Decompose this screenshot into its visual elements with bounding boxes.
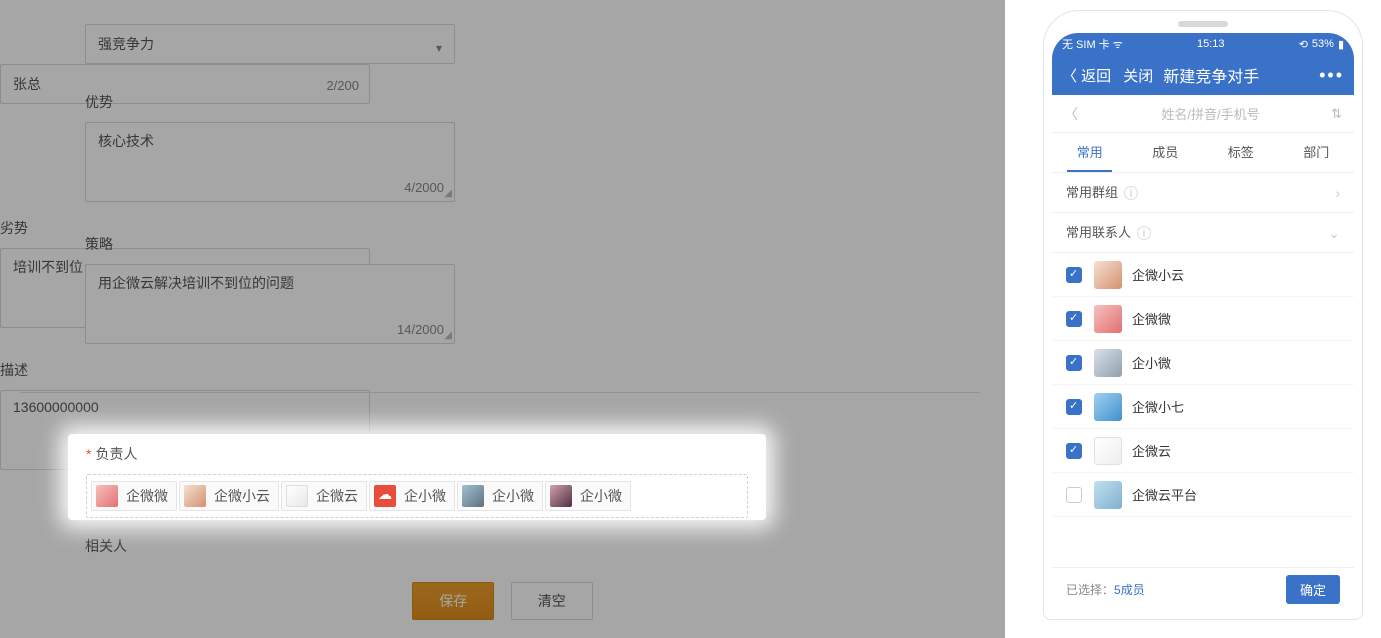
search-back-icon[interactable]: 〈 [1064,104,1078,124]
advantage-value: 核心技术 [98,133,154,149]
info-icon[interactable]: i [1124,186,1138,200]
tabs: 常用 成员 标签 部门 [1052,133,1354,173]
phone-preview: 无 SIM 卡 ᯤ 15:13 ⟲53%▮ 〈 返回 关闭 新建竞争对手 •••… [1043,10,1363,620]
owner-chip-label: 企微微 [126,486,168,506]
form-panel: 强竞争力 ▾ 张总 2/200 优势 核心技术 4/2000 ◢ 劣势 培训不到… [0,0,1005,638]
chevron-down-icon: ▾ [436,37,442,59]
competitiveness-value: 强竞争力 [98,36,154,52]
back-button[interactable]: 〈 返回 [1062,65,1111,86]
contact-name: 企小微 [1132,353,1171,372]
advantage-textarea[interactable]: 核心技术 4/2000 ◢ [85,122,455,202]
description-value: 13600000000 [13,399,99,415]
contact-row[interactable]: 企微云 [1052,429,1354,473]
contact-name: 企微小七 [1132,397,1184,416]
contact-row[interactable]: 企微小七 [1052,385,1354,429]
competitiveness-select[interactable]: 强竞争力 ▾ [85,24,455,64]
tab-frequent[interactable]: 常用 [1052,133,1128,172]
owner-chip[interactable]: 企微云 [281,481,367,511]
avatar [1094,481,1122,509]
checkbox[interactable] [1066,487,1082,503]
checkbox[interactable] [1066,443,1082,459]
owner-section: *负责人 企微微 企微小云 企微云 企小微 企小微 企小微 [68,434,766,520]
tab-tags[interactable]: 标签 [1203,133,1279,172]
contact-name: 企微云 [1132,441,1171,460]
contact-name: 企微微 [1132,309,1171,328]
owner-chip[interactable]: 企小微 [545,481,631,511]
checkbox[interactable] [1066,399,1082,415]
related-label: 相关人 [85,536,935,556]
chevron-down-icon: ⌄ [1328,213,1340,253]
selected-count: 已选择：5成员 [1066,581,1145,598]
more-icon[interactable]: ••• [1319,65,1344,86]
description-label: 描述 [0,360,460,380]
search-bar[interactable]: 〈 姓名/拼音/手机号 ⇅ [1052,95,1354,133]
group-label: 常用联系人 [1066,225,1131,240]
contact-name: 企微小云 [1132,265,1184,284]
avatar [462,485,484,507]
checkbox[interactable] [1066,355,1082,371]
avatar [286,485,308,507]
avatar [550,485,572,507]
owner-chip[interactable]: 企小微 [457,481,543,511]
contact-row[interactable]: 企微云平台 [1052,473,1354,517]
search-input[interactable]: 姓名/拼音/手机号 [1090,104,1331,123]
owner-chip-label: 企小微 [492,486,534,506]
advantage-counter: 4/2000 [404,180,444,195]
owner-chip[interactable]: 企微小云 [179,481,279,511]
save-button[interactable]: 保存 [412,582,494,620]
tab-departments[interactable]: 部门 [1279,133,1355,172]
close-button[interactable]: 关闭 [1123,65,1153,86]
owner-chip[interactable]: 企小微 [369,481,455,511]
nav-title: 新建竞争对手 [1163,63,1319,87]
strategy-textarea[interactable]: 用企微云解决培训不到位的问题 14/2000 ◢ [85,264,455,344]
sort-icon[interactable]: ⇅ [1331,106,1342,122]
owner-chip-label: 企微小云 [214,486,270,506]
avatar [184,485,206,507]
owner-label: *负责人 [86,444,748,464]
checkbox[interactable] [1066,311,1082,327]
avatar [1094,349,1122,377]
avatar [374,485,396,507]
strategy-counter: 14/2000 [397,322,444,337]
nav-bar: 〈 返回 关闭 新建竞争对手 ••• [1052,55,1354,95]
status-sim: 无 SIM 卡 ᯤ [1062,36,1123,52]
contact-row[interactable]: 企微小云 [1052,253,1354,297]
phone-notch [1178,21,1228,27]
checkbox[interactable] [1066,267,1082,283]
avatar [1094,437,1122,465]
divider [20,392,980,393]
owner-chip-container[interactable]: 企微微 企微小云 企微云 企小微 企小微 企小微 [86,474,748,518]
info-icon[interactable]: i [1137,226,1151,240]
strategy-label: 策略 [85,234,545,254]
owner-chip[interactable]: 企微微 [91,481,177,511]
avatar [1094,393,1122,421]
owner-chip-label: 企小微 [580,486,622,506]
status-bar: 无 SIM 卡 ᯤ 15:13 ⟲53%▮ [1052,33,1354,55]
status-battery: 53% [1312,38,1334,50]
contact-row[interactable]: 企小微 [1052,341,1354,385]
avatar [1094,305,1122,333]
group-label: 常用群组 [1066,185,1118,200]
resize-icon: ◢ [444,188,452,199]
chevron-right-icon: › [1335,173,1340,213]
avatar [96,485,118,507]
advantage-label: 优势 [85,92,545,112]
resize-icon: ◢ [444,330,452,341]
tab-members[interactable]: 成员 [1128,133,1204,172]
confirm-button[interactable]: 确定 [1286,575,1340,604]
contact-name: 企微云平台 [1132,485,1197,504]
strategy-value: 用企微云解决培训不到位的问题 [98,275,294,291]
owner-chip-label: 企微云 [316,486,358,506]
phone-footer: 已选择：5成员 确定 [1052,567,1354,611]
group-header-contacts[interactable]: 常用联系人 i ⌄ [1052,213,1354,253]
clear-button[interactable]: 清空 [511,582,593,620]
avatar [1094,261,1122,289]
status-time: 15:13 [1197,38,1225,50]
group-header-groups[interactable]: 常用群组 i › [1052,173,1354,213]
contact-row[interactable]: 企微微 [1052,297,1354,341]
owner-chip-label: 企小微 [404,486,446,506]
